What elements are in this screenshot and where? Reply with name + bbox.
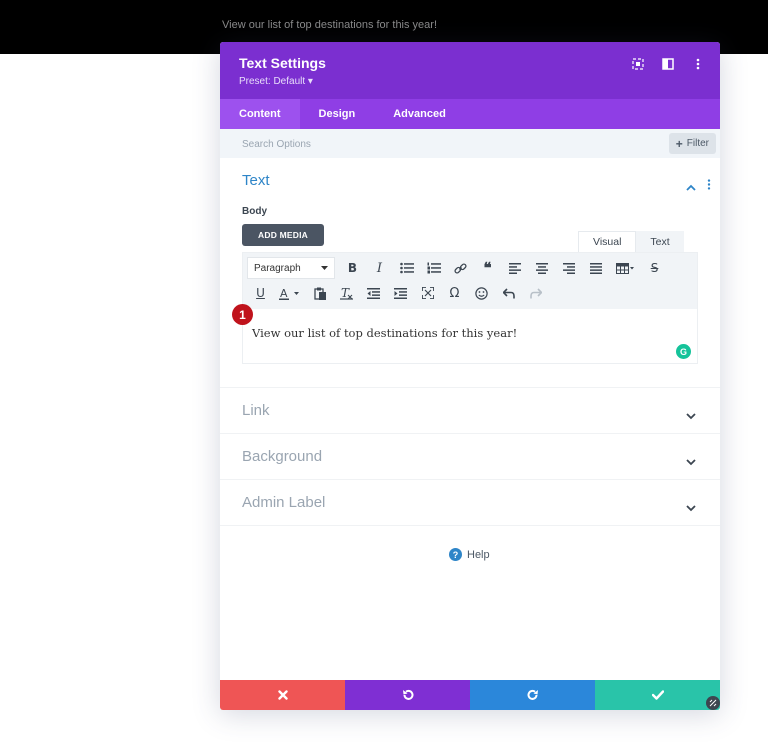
body-label: Body	[242, 206, 267, 217]
emoji-icon[interactable]	[468, 282, 495, 304]
preview-text: View our list of top destinations for th…	[222, 19, 438, 31]
tab-content[interactable]: Content	[220, 99, 300, 129]
text-color-icon[interactable]: A	[274, 282, 306, 304]
align-justify-icon[interactable]	[582, 257, 609, 279]
undo-button[interactable]	[345, 680, 470, 710]
settings-tabs: Content Design Advanced	[220, 99, 720, 129]
chevron-down-icon	[686, 499, 696, 517]
redo-button[interactable]	[470, 680, 595, 710]
modal-title: Text Settings	[239, 55, 326, 71]
modal-header: Text Settings Preset: Default ▾	[220, 42, 720, 99]
paragraph-format-select[interactable]: Paragraph	[247, 257, 335, 279]
paragraph-format-value: Paragraph	[254, 262, 301, 274]
search-bar: + Filter	[220, 129, 720, 158]
divider	[220, 525, 720, 526]
step-number-badge: 1	[232, 304, 253, 325]
accordion-link[interactable]: Link	[220, 387, 720, 433]
clear-formatting-icon[interactable]: T	[333, 282, 360, 304]
checkmark-icon	[651, 690, 664, 700]
redo-icon[interactable]	[522, 282, 549, 304]
bullet-list-icon[interactable]	[393, 257, 420, 279]
cancel-button[interactable]	[220, 680, 345, 710]
outdent-icon[interactable]	[360, 282, 387, 304]
help-icon: ?	[449, 548, 462, 561]
accordion-admin-label[interactable]: Admin Label	[220, 479, 720, 525]
chevron-up-icon[interactable]	[686, 178, 696, 196]
align-right-icon[interactable]	[555, 257, 582, 279]
accordion-background[interactable]: Background	[220, 433, 720, 479]
grammarly-icon[interactable]: G	[676, 344, 691, 359]
svg-text:A: A	[280, 287, 288, 300]
chevron-down-icon	[686, 407, 696, 425]
redo-icon	[527, 689, 538, 700]
blockquote-icon[interactable]: ❝	[474, 257, 501, 279]
link-icon[interactable]	[447, 257, 474, 279]
text-settings-modal: Text Settings Preset: Default ▾ Content …	[220, 42, 720, 710]
tab-text[interactable]: Text	[636, 231, 684, 252]
editor-mode-tabs: Visual Text	[578, 231, 684, 252]
editor-toolbar: Paragraph B I ❝ S U A T Ω	[243, 253, 697, 309]
undo-icon[interactable]	[495, 282, 522, 304]
expand-icon[interactable]	[626, 56, 650, 72]
caret-down-icon	[321, 266, 328, 270]
plus-icon: +	[675, 136, 683, 151]
filter-button[interactable]: + Filter	[668, 133, 716, 154]
strikethrough-icon[interactable]: S	[641, 257, 668, 279]
undo-icon	[402, 689, 413, 700]
close-icon	[277, 690, 288, 700]
kebab-menu-icon[interactable]	[686, 56, 710, 72]
fullscreen-icon[interactable]	[414, 282, 441, 304]
resize-handle-icon[interactable]	[706, 696, 720, 710]
sidebar-toggle-icon[interactable]	[656, 56, 680, 72]
preset-dropdown[interactable]: Preset: Default ▾	[239, 76, 313, 87]
bold-icon[interactable]: B	[339, 257, 366, 279]
editor-body-text[interactable]: View our list of top destinations for th…	[252, 326, 517, 340]
italic-icon[interactable]: I	[366, 257, 393, 279]
numbered-list-icon[interactable]	[420, 257, 447, 279]
help-label: Help	[467, 548, 490, 561]
rich-text-editor: Paragraph B I ❝ S U A T Ω View our list …	[242, 252, 698, 364]
accordion-title: Background	[242, 448, 323, 465]
section-kebab-icon[interactable]	[707, 177, 711, 195]
tab-visual[interactable]: Visual	[578, 231, 637, 252]
modal-footer	[220, 680, 720, 710]
align-left-icon[interactable]	[501, 257, 528, 279]
section-title-text[interactable]: Text	[242, 172, 270, 189]
align-center-icon[interactable]	[528, 257, 555, 279]
add-media-button[interactable]: ADD MEDIA	[242, 224, 324, 246]
tab-advanced[interactable]: Advanced	[374, 99, 465, 129]
tab-design[interactable]: Design	[300, 99, 375, 129]
chevron-down-icon	[686, 453, 696, 471]
accordion-title: Link	[242, 402, 270, 419]
help-link[interactable]: ? Help	[449, 548, 490, 561]
indent-icon[interactable]	[387, 282, 414, 304]
accordion-title: Admin Label	[242, 494, 326, 511]
underline-icon[interactable]: U	[247, 282, 274, 304]
search-options-input[interactable]	[242, 135, 542, 153]
text-section: Text Body ADD MEDIA Visual Text Paragrap…	[220, 158, 720, 388]
filter-label: Filter	[686, 138, 709, 149]
paste-text-icon[interactable]	[306, 282, 333, 304]
save-button[interactable]	[595, 680, 720, 710]
special-character-icon[interactable]: Ω	[441, 282, 468, 304]
table-icon[interactable]	[609, 257, 641, 279]
